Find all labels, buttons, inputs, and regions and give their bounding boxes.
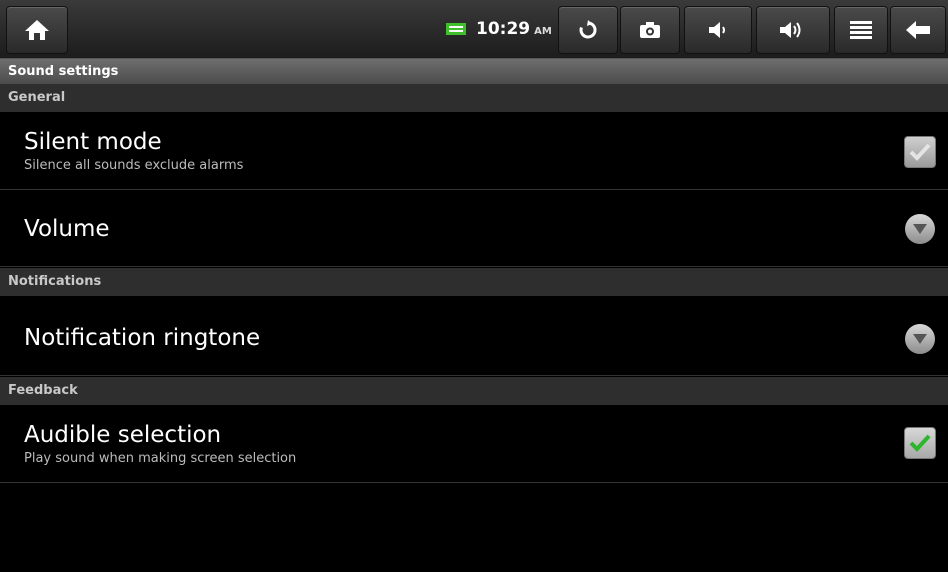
silent-mode-checkbox[interactable] (904, 136, 936, 168)
volume-up-icon (780, 22, 801, 38)
silent-mode-summary: Silence all sounds exclude alarms (24, 158, 244, 173)
status-bar: 10:29 AM (0, 0, 948, 59)
chevron-down-icon (913, 334, 927, 344)
camera-icon (640, 22, 660, 38)
silent-mode-title: Silent mode (24, 129, 162, 155)
silent-mode-item[interactable]: Silent mode Silence all sounds exclude a… (0, 112, 948, 190)
screenshot-button[interactable] (620, 6, 680, 54)
volume-up-button[interactable] (756, 6, 830, 54)
clock: 10:29 AM (440, 6, 552, 52)
audible-selection-summary: Play sound when making screen selection (24, 451, 297, 466)
chevron-down-icon (913, 224, 927, 234)
refresh-icon (579, 20, 597, 39)
section-header-feedback: Feedback (0, 377, 948, 405)
clock-ampm: AM (534, 25, 552, 37)
audible-selection-item[interactable]: Audible selection Play sound when making… (0, 405, 948, 483)
page-title: Sound settings (0, 59, 948, 84)
checkmark-icon (909, 143, 931, 161)
notification-ringtone-title: Notification ringtone (24, 325, 261, 351)
home-icon (25, 20, 49, 40)
section-header-notifications: Notifications (0, 268, 948, 296)
home-button[interactable] (6, 6, 68, 54)
menu-icon (850, 21, 872, 39)
back-icon (906, 21, 930, 39)
battery-icon (446, 23, 466, 35)
audible-selection-checkbox[interactable] (904, 427, 936, 459)
audible-selection-title: Audible selection (24, 422, 222, 448)
refresh-button[interactable] (558, 6, 618, 54)
checkmark-icon (909, 434, 931, 452)
volume-down-icon (709, 22, 725, 38)
ringtone-dialog-icon (905, 324, 935, 354)
section-header-general: General (0, 84, 948, 112)
menu-button[interactable] (834, 6, 888, 54)
volume-title: Volume (24, 216, 110, 242)
back-button[interactable] (890, 6, 946, 54)
notification-ringtone-item[interactable]: Notification ringtone (0, 296, 948, 376)
volume-dialog-icon (905, 214, 935, 244)
clock-time: 10:29 (476, 19, 531, 39)
volume-down-button[interactable] (684, 6, 752, 54)
volume-item[interactable]: Volume (0, 191, 948, 267)
